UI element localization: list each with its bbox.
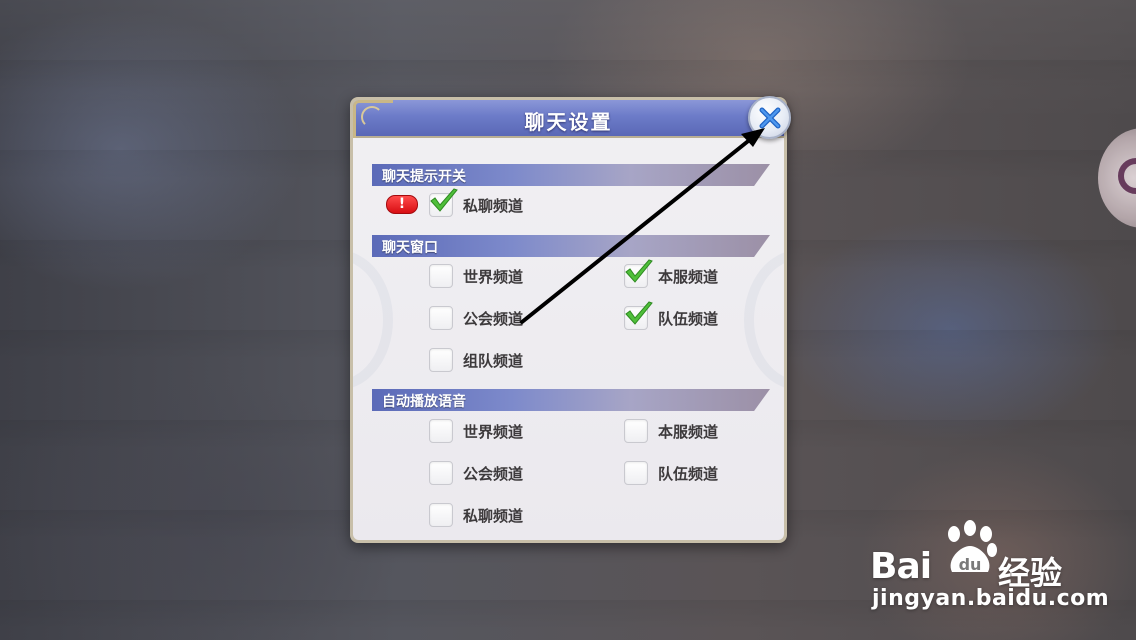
- option-label: 私聊频道: [463, 196, 524, 215]
- checkbox[interactable]: [429, 419, 453, 443]
- option-label: 公会频道: [463, 464, 524, 483]
- gear-watermark-icon: [353, 250, 393, 390]
- option-window-team[interactable]: 队伍频道: [624, 301, 719, 331]
- checkbox[interactable]: [429, 264, 453, 288]
- checkbox[interactable]: [624, 419, 648, 443]
- close-icon: [759, 107, 780, 128]
- section-header-chat-alert: 聊天提示开关: [372, 164, 770, 186]
- option-label: 世界频道: [463, 422, 524, 441]
- checkbox[interactable]: [624, 301, 653, 330]
- watermark-url: jingyan.baidu.com: [872, 586, 1110, 611]
- section-header-auto-voice: 自动播放语音: [372, 389, 770, 411]
- option-label: 私聊频道: [463, 506, 524, 525]
- section-header-chat-window: 聊天窗口: [372, 235, 770, 257]
- chat-settings-dialog: 聊天设置 聊天提示开关 ! 私聊频道 聊天窗口 世界频道 本服频道 公会频道 队…: [350, 97, 787, 543]
- checkbox[interactable]: [429, 188, 458, 217]
- checkmark-icon: [625, 259, 653, 283]
- dialog-title-bar: 聊天设置: [353, 100, 784, 138]
- checkbox[interactable]: [624, 461, 648, 485]
- option-label: 世界频道: [463, 267, 524, 286]
- option-voice-private[interactable]: 私聊频道: [429, 502, 523, 528]
- option-window-world[interactable]: 世界频道: [429, 263, 523, 289]
- option-voice-server[interactable]: 本服频道: [624, 418, 718, 444]
- option-label: 本服频道: [658, 422, 719, 441]
- checkbox[interactable]: [429, 461, 453, 485]
- checkbox[interactable]: [429, 306, 453, 330]
- option-window-party[interactable]: 组队频道: [429, 347, 523, 373]
- orb-ring-icon: [1118, 158, 1136, 194]
- section-label: 自动播放语音: [382, 394, 466, 410]
- checkbox[interactable]: [624, 259, 653, 288]
- checkmark-icon: [625, 301, 653, 325]
- watermark-brand: Bai: [870, 546, 932, 587]
- close-button[interactable]: [748, 96, 791, 139]
- option-label: 组队频道: [463, 351, 524, 370]
- option-voice-team[interactable]: 队伍频道: [624, 460, 718, 486]
- option-label: 本服频道: [658, 267, 719, 286]
- checkbox[interactable]: [429, 503, 453, 527]
- baidu-jingyan-watermark: Bai du 经验 jingyan.baidu.com: [870, 520, 1130, 620]
- option-label: 公会频道: [463, 309, 524, 328]
- option-window-guild[interactable]: 公会频道: [429, 305, 523, 331]
- option-voice-guild[interactable]: 公会频道: [429, 460, 523, 486]
- checkmark-icon: [430, 188, 458, 212]
- gear-watermark-icon: [744, 250, 784, 390]
- dialog-body: 聊天设置 聊天提示开关 ! 私聊频道 聊天窗口 世界频道 本服频道 公会频道 队…: [353, 100, 784, 540]
- option-voice-world[interactable]: 世界频道: [429, 418, 523, 444]
- option-label: 队伍频道: [658, 309, 719, 328]
- checkbox[interactable]: [429, 348, 453, 372]
- option-alert-private[interactable]: 私聊频道: [429, 188, 524, 218]
- paw-logo-icon: du: [948, 520, 997, 574]
- watermark-brand-suffix: du: [959, 555, 982, 574]
- dialog-title: 聊天设置: [524, 110, 613, 134]
- option-label: 队伍频道: [658, 464, 719, 483]
- option-window-server[interactable]: 本服频道: [624, 259, 719, 289]
- section-label: 聊天窗口: [382, 240, 438, 256]
- exclamation-icon: !: [386, 195, 418, 214]
- section-label: 聊天提示开关: [382, 169, 466, 185]
